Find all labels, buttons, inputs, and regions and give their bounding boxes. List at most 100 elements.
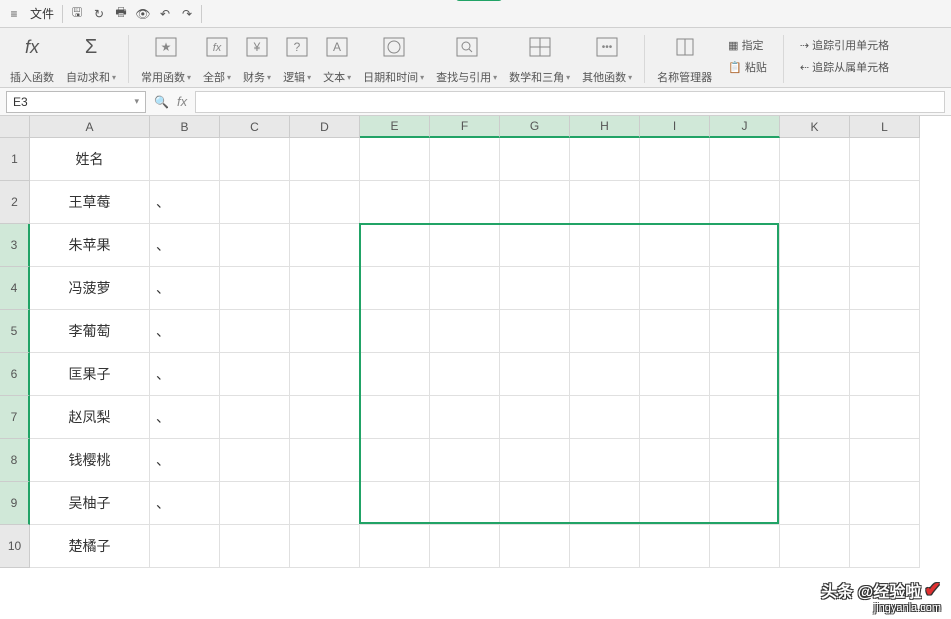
cell-G1[interactable] <box>500 138 570 181</box>
logical-button[interactable]: ? 逻辑▾ <box>279 33 315 85</box>
cell-C1[interactable] <box>220 138 290 181</box>
cell-E3[interactable] <box>360 224 430 267</box>
column-header-B[interactable]: B <box>150 116 220 138</box>
cell-C8[interactable] <box>220 439 290 482</box>
cell-K10[interactable] <box>780 525 850 568</box>
cell-L7[interactable] <box>850 396 920 439</box>
cell-J6[interactable] <box>710 353 780 396</box>
column-header-G[interactable]: G <box>500 116 570 138</box>
cell-F2[interactable] <box>430 181 500 224</box>
insert-function-button[interactable]: fx 插入函数 <box>6 33 58 85</box>
cell-C2[interactable] <box>220 181 290 224</box>
cell-C6[interactable] <box>220 353 290 396</box>
cell-F4[interactable] <box>430 267 500 310</box>
cell-J1[interactable] <box>710 138 780 181</box>
cell-K8[interactable] <box>780 439 850 482</box>
spreadsheet-grid[interactable]: ABCDEFGHIJKL 12345678910 姓名王草莓、朱苹果、冯菠萝、李… <box>0 116 951 619</box>
folder-open-icon[interactable]: ↻ <box>89 4 109 24</box>
tab-home[interactable]: 开始 <box>262 0 308 1</box>
redo-icon[interactable]: ↷ <box>177 4 197 24</box>
cell-G5[interactable] <box>500 310 570 353</box>
cell-C7[interactable] <box>220 396 290 439</box>
cell-F5[interactable] <box>430 310 500 353</box>
cell-I3[interactable] <box>640 224 710 267</box>
cell-D6[interactable] <box>290 353 360 396</box>
cell-J3[interactable] <box>710 224 780 267</box>
cell-A1[interactable]: 姓名 <box>30 138 150 181</box>
cell-J9[interactable] <box>710 482 780 525</box>
tab-data[interactable]: 数据 <box>512 0 558 1</box>
cell-J7[interactable] <box>710 396 780 439</box>
cell-F3[interactable] <box>430 224 500 267</box>
cell-B6[interactable]: 、 <box>150 353 220 396</box>
row-header-6[interactable]: 6 <box>0 353 30 396</box>
assign-button[interactable]: ▦指定 <box>724 35 771 55</box>
cell-A9[interactable]: 吴柚子 <box>30 482 150 525</box>
column-header-C[interactable]: C <box>220 116 290 138</box>
other-functions-button[interactable]: ••• 其他函数▾ <box>578 33 636 85</box>
cell-F9[interactable] <box>430 482 500 525</box>
trace-dependents-button[interactable]: ⇠追踪从属单元格 <box>796 57 893 77</box>
cell-F1[interactable] <box>430 138 500 181</box>
column-header-E[interactable]: E <box>360 116 430 138</box>
cell-K4[interactable] <box>780 267 850 310</box>
cell-E7[interactable] <box>360 396 430 439</box>
cell-B8[interactable]: 、 <box>150 439 220 482</box>
select-all-corner[interactable] <box>0 116 30 138</box>
cell-H1[interactable] <box>570 138 640 181</box>
cell-G6[interactable] <box>500 353 570 396</box>
cell-F6[interactable] <box>430 353 500 396</box>
cell-D8[interactable] <box>290 439 360 482</box>
cell-F10[interactable] <box>430 525 500 568</box>
lookup-button[interactable]: 查找与引用▾ <box>432 33 501 85</box>
tab-security[interactable]: 安全 <box>680 0 726 1</box>
cell-J5[interactable] <box>710 310 780 353</box>
print-icon[interactable]: 🖶 <box>111 4 131 24</box>
cell-G4[interactable] <box>500 267 570 310</box>
column-header-J[interactable]: J <box>710 116 780 138</box>
trace-precedents-button[interactable]: ⇢追踪引用单元格 <box>796 35 893 55</box>
cell-L8[interactable] <box>850 439 920 482</box>
cell-I6[interactable] <box>640 353 710 396</box>
row-header-3[interactable]: 3 <box>0 224 30 267</box>
cell-D7[interactable] <box>290 396 360 439</box>
cell-D5[interactable] <box>290 310 360 353</box>
column-header-D[interactable]: D <box>290 116 360 138</box>
cell-H7[interactable] <box>570 396 640 439</box>
cell-J4[interactable] <box>710 267 780 310</box>
cell-A5[interactable]: 李葡萄 <box>30 310 150 353</box>
cell-I10[interactable] <box>640 525 710 568</box>
tab-page-layout[interactable]: 页面布局 <box>374 0 446 1</box>
cell-K5[interactable] <box>780 310 850 353</box>
cell-D3[interactable] <box>290 224 360 267</box>
cell-F7[interactable] <box>430 396 500 439</box>
cell-D9[interactable] <box>290 482 360 525</box>
cell-L4[interactable] <box>850 267 920 310</box>
cell-L5[interactable] <box>850 310 920 353</box>
cell-A4[interactable]: 冯菠萝 <box>30 267 150 310</box>
cell-G3[interactable] <box>500 224 570 267</box>
formula-input[interactable] <box>195 91 945 113</box>
cell-H3[interactable] <box>570 224 640 267</box>
cell-B3[interactable]: 、 <box>150 224 220 267</box>
cell-G9[interactable] <box>500 482 570 525</box>
cell-A2[interactable]: 王草莓 <box>30 181 150 224</box>
cell-B10[interactable] <box>150 525 220 568</box>
cell-F8[interactable] <box>430 439 500 482</box>
chevron-down-icon[interactable]: ▾ <box>134 96 139 107</box>
cell-K2[interactable] <box>780 181 850 224</box>
row-header-5[interactable]: 5 <box>0 310 30 353</box>
cell-K1[interactable] <box>780 138 850 181</box>
cell-G8[interactable] <box>500 439 570 482</box>
cell-B5[interactable]: 、 <box>150 310 220 353</box>
cell-E10[interactable] <box>360 525 430 568</box>
cell-A7[interactable]: 赵凤梨 <box>30 396 150 439</box>
cell-C10[interactable] <box>220 525 290 568</box>
cell-K3[interactable] <box>780 224 850 267</box>
cell-J8[interactable] <box>710 439 780 482</box>
cell-I8[interactable] <box>640 439 710 482</box>
cell-D4[interactable] <box>290 267 360 310</box>
row-header-1[interactable]: 1 <box>0 138 30 181</box>
fx-label[interactable]: fx <box>177 94 187 109</box>
cell-I4[interactable] <box>640 267 710 310</box>
